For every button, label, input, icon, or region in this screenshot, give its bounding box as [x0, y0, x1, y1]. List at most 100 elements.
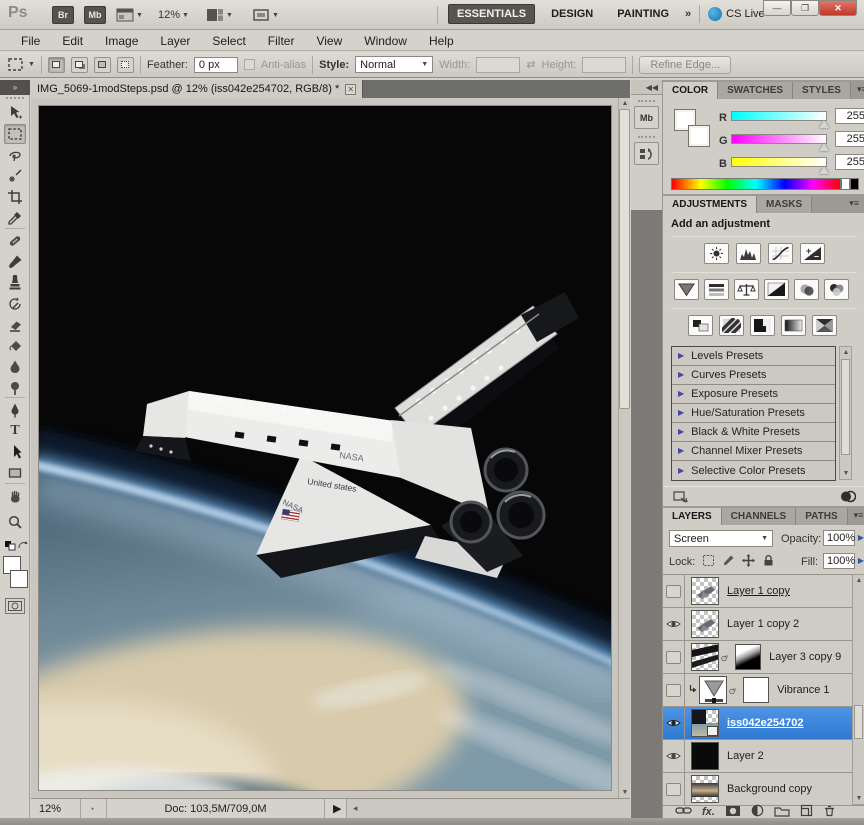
fill-value[interactable]: 100%	[823, 553, 855, 569]
vertical-scroll-thumb[interactable]	[619, 109, 630, 409]
layer-row[interactable]: 🜚 Vibrance 1	[663, 674, 852, 707]
tool-type[interactable]: T	[4, 421, 26, 441]
close-button[interactable]: ✕	[819, 0, 857, 16]
channel-b-slider[interactable]	[731, 157, 827, 167]
layers-scrollbar[interactable]: ▲ ▼	[852, 574, 864, 805]
menu-view[interactable]: View	[305, 31, 353, 51]
link-mask-icon[interactable]: 🜚	[721, 649, 729, 666]
fill-slider-arrow[interactable]: ▶	[855, 553, 864, 569]
panel-menu-icon[interactable]: ▾≡	[843, 194, 864, 213]
tool-crop[interactable]	[4, 187, 26, 207]
layer-thumbnail[interactable]	[691, 643, 719, 671]
photo-filter-icon[interactable]	[794, 279, 819, 300]
visibility-toggle[interactable]	[663, 740, 685, 773]
layer-row[interactable]: 🜚 Layer 3 copy 9	[663, 641, 852, 674]
clip-adjustment-icon[interactable]	[839, 490, 856, 506]
launch-bridge-icon[interactable]: ▼	[116, 6, 143, 24]
channel-g-slider-handle[interactable]	[819, 143, 829, 151]
status-zoom-input[interactable]: 12%	[31, 799, 81, 819]
channel-r-value[interactable]: 255	[835, 108, 864, 124]
menu-edit[interactable]: Edit	[51, 31, 94, 51]
levels-icon[interactable]	[736, 243, 761, 264]
expand-triangle-icon[interactable]: ▶	[672, 385, 691, 403]
lock-transparent-icon[interactable]	[701, 553, 715, 567]
opacity-value[interactable]: 100%	[823, 530, 855, 546]
layer-row[interactable]: Layer 1 copy	[663, 575, 852, 608]
lock-pixels-icon[interactable]	[721, 553, 735, 567]
tool-preset-picker[interactable]: ▼	[6, 57, 35, 73]
channel-b-value[interactable]: 255	[835, 154, 864, 170]
preset-row[interactable]: ▶Hue/Saturation Presets	[672, 404, 835, 423]
tab-paths[interactable]: PATHS	[796, 508, 847, 525]
layer-row[interactable]: Background copy	[663, 773, 852, 806]
ramp-white-swatch[interactable]	[841, 178, 850, 190]
selective-color-icon[interactable]	[812, 315, 837, 336]
tool-clone-stamp[interactable]	[4, 273, 26, 293]
channel-r-slider[interactable]	[731, 111, 827, 121]
layer-mask-thumbnail[interactable]	[743, 677, 769, 703]
background-color-well[interactable]	[689, 126, 709, 146]
workspace-overflow-chevron[interactable]: »	[685, 8, 691, 20]
tool-brush[interactable]	[4, 252, 26, 272]
expand-triangle-icon[interactable]: ▶	[672, 442, 691, 460]
tool-gradient[interactable]	[4, 336, 26, 356]
default-colors-icon[interactable]	[4, 540, 18, 555]
workspace-design[interactable]: DESIGN	[543, 5, 601, 23]
channel-g-value[interactable]: 255	[835, 131, 864, 147]
canvas-image[interactable]: NASA United states NASA	[38, 105, 612, 791]
width-input[interactable]	[476, 57, 520, 73]
selection-new-button[interactable]	[48, 57, 65, 73]
swap-colors-icon[interactable]	[17, 540, 29, 555]
scroll-down-icon[interactable]: ▼	[619, 787, 631, 798]
maximize-button[interactable]: ❐	[791, 0, 819, 16]
tool-rectangular-marquee[interactable]	[4, 124, 26, 144]
tab-layers[interactable]: LAYERS	[663, 508, 722, 525]
layer-thumbnail[interactable]	[691, 577, 719, 605]
style-select[interactable]: Normal ▼	[355, 56, 433, 73]
expand-triangle-icon[interactable]: ▶	[672, 423, 691, 441]
hue-saturation-icon[interactable]	[704, 279, 729, 300]
layer-name[interactable]: Background copy	[727, 783, 812, 795]
gradient-map-icon[interactable]	[781, 315, 806, 336]
visibility-toggle[interactable]	[663, 707, 685, 740]
link-mask-icon[interactable]: 🜚	[729, 682, 737, 699]
tab-close-icon[interactable]: ✕	[345, 84, 356, 95]
ramp-black-swatch[interactable]	[850, 178, 859, 190]
tool-quick-selection[interactable]	[4, 166, 26, 186]
tab-color[interactable]: COLOR	[663, 82, 718, 99]
posterize-icon[interactable]	[719, 315, 744, 336]
screen-mode-control[interactable]: ▼	[252, 6, 279, 24]
expand-triangle-icon[interactable]: ▶	[672, 366, 691, 384]
lock-position-icon[interactable]	[741, 553, 755, 567]
feather-input[interactable]: 0 px	[194, 57, 238, 73]
vertical-scrollbar[interactable]: ▲ ▼	[618, 98, 630, 798]
height-input[interactable]	[582, 57, 626, 73]
visibility-toggle[interactable]	[663, 575, 685, 608]
tools-grip[interactable]	[6, 97, 24, 99]
history-panel-button[interactable]	[634, 142, 659, 165]
horizontal-scrollbar[interactable]: ◂	[347, 799, 630, 819]
visibility-toggle[interactable]	[663, 674, 685, 707]
lock-all-icon[interactable]	[761, 553, 775, 567]
expand-triangle-icon[interactable]: ▶	[672, 404, 691, 422]
tool-hand[interactable]	[4, 487, 26, 507]
menu-layer[interactable]: Layer	[149, 31, 201, 51]
preset-row[interactable]: ▶Levels Presets	[672, 347, 835, 366]
menu-select[interactable]: Select	[201, 31, 256, 51]
channel-mixer-icon[interactable]	[824, 279, 849, 300]
mini-bridge-panel-button[interactable]: Mb	[634, 106, 659, 129]
anti-alias-checkbox[interactable]	[244, 59, 255, 70]
scroll-up-icon[interactable]: ▲	[840, 347, 852, 358]
layer-thumbnail[interactable]	[691, 742, 719, 770]
tool-blur[interactable]	[4, 357, 26, 377]
bridge-button[interactable]: Br	[52, 6, 74, 24]
tool-pen[interactable]	[4, 400, 26, 420]
preset-row[interactable]: ▶Curves Presets	[672, 366, 835, 385]
visibility-toggle[interactable]	[663, 608, 685, 641]
color-spectrum-ramp[interactable]	[671, 178, 841, 190]
selection-add-button[interactable]	[71, 57, 88, 73]
color-balance-icon[interactable]	[734, 279, 759, 300]
layer-row[interactable]: Layer 1 copy 2	[663, 608, 852, 641]
mini-bridge-button[interactable]: Mb	[84, 6, 106, 24]
selection-intersect-button[interactable]	[117, 57, 134, 73]
